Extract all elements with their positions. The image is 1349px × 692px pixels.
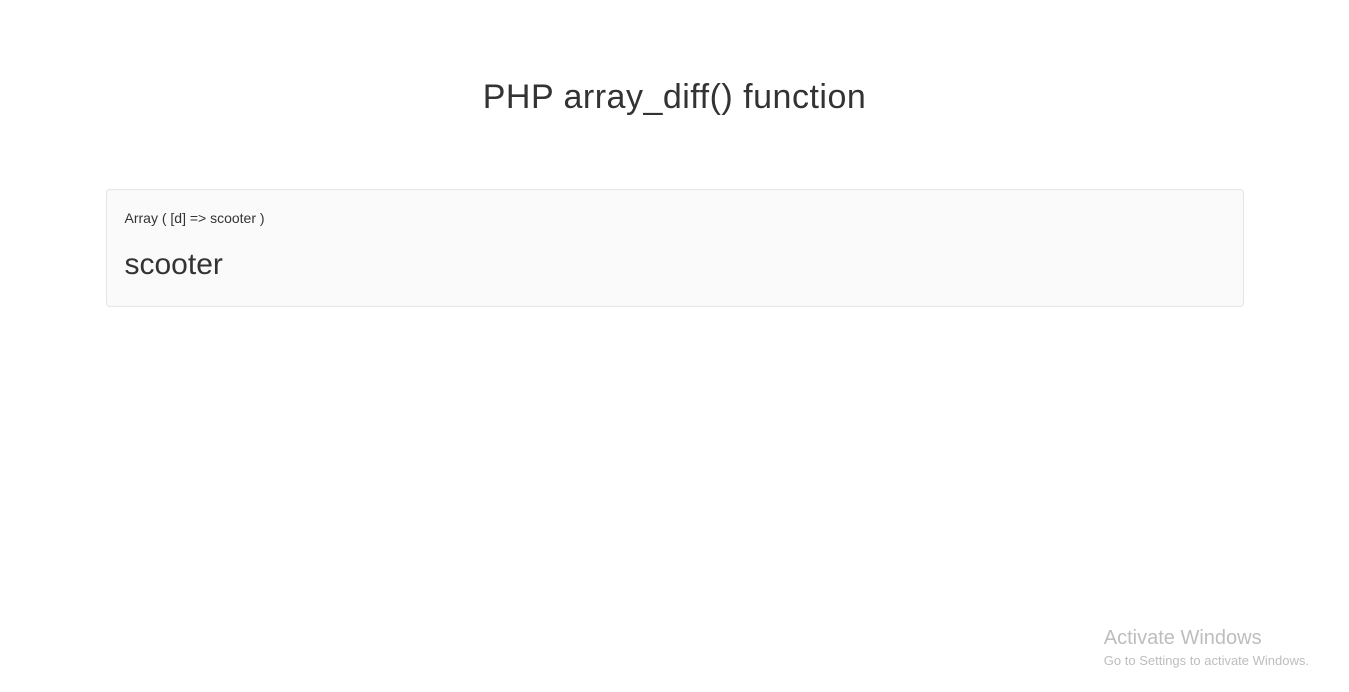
windows-activation-watermark: Activate Windows Go to Settings to activ…	[1104, 627, 1309, 668]
array-print-line: Array ( [d] => scooter )	[125, 210, 1225, 226]
output-box: Array ( [d] => scooter ) scooter	[106, 189, 1244, 307]
page-title: PHP array_diff() function	[0, 78, 1349, 117]
watermark-title: Activate Windows	[1104, 627, 1309, 650]
watermark-subtitle: Go to Settings to activate Windows.	[1104, 653, 1309, 668]
value-line: scooter	[125, 248, 1225, 282]
